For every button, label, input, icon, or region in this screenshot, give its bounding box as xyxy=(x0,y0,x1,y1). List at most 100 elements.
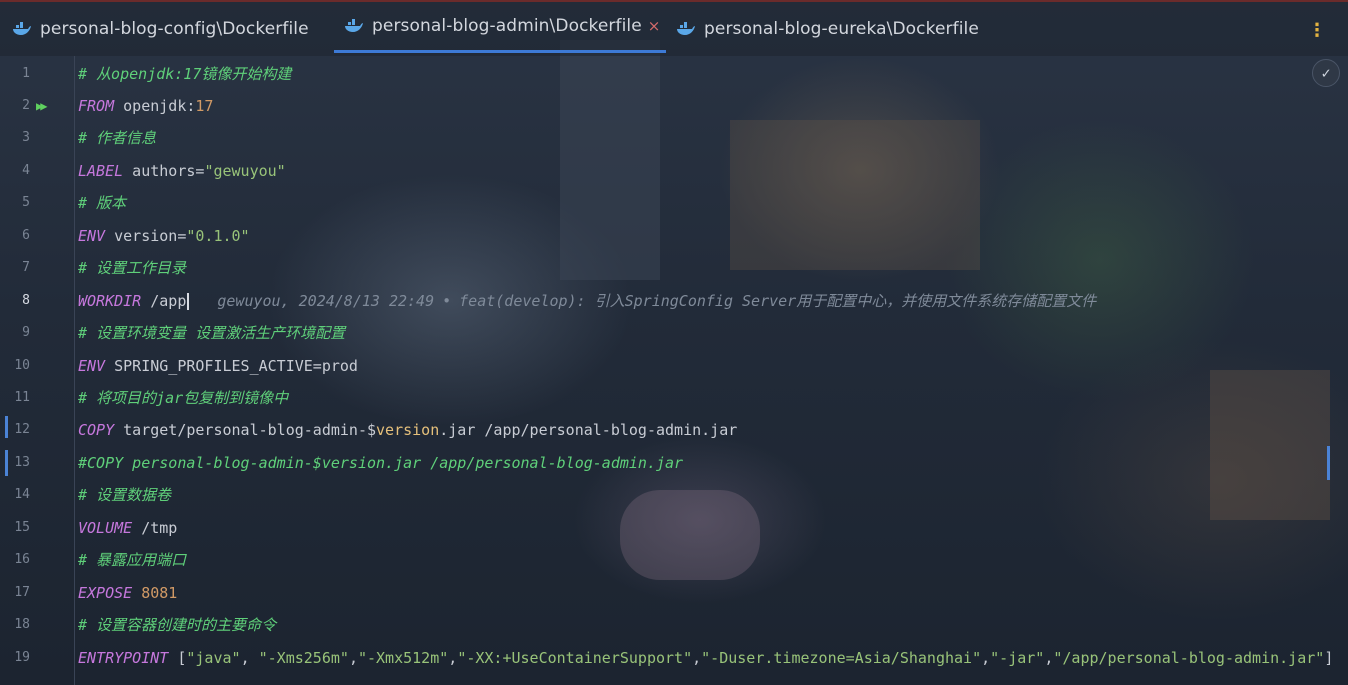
code-token: , xyxy=(981,648,991,667)
tab-label: personal-blog-admin\Dockerfile xyxy=(372,16,642,36)
code-token: "gewuyou" xyxy=(204,161,286,180)
line-number: 18 xyxy=(14,617,30,633)
line-number: 8 xyxy=(22,292,30,308)
code-token: "0.1.0" xyxy=(186,226,250,245)
code-token: COPY xyxy=(78,421,115,440)
code-token: target/personal-blog-admin-$ xyxy=(114,421,377,440)
blame-date: 2024/8/13 22:49 xyxy=(289,291,435,310)
line-number: 10 xyxy=(14,357,30,373)
code-token: # 从openjdk:17镜像开始构建 xyxy=(78,64,292,83)
code-token: LABEL xyxy=(78,161,124,180)
line-number: 6 xyxy=(22,227,30,243)
code-token: # 设置数据卷 xyxy=(78,486,172,505)
code-token: ENV xyxy=(78,356,106,375)
code-token: authors= xyxy=(123,161,205,180)
code-token: , xyxy=(348,648,358,667)
code-line[interactable]: # 将项目的jar包复制到镜像中 xyxy=(78,387,288,409)
line-number: 12 xyxy=(14,422,30,438)
scrollbar-marker[interactable] xyxy=(1327,446,1330,480)
line-number: 11 xyxy=(14,390,30,405)
tab-label: personal-blog-eureka\Dockerfile xyxy=(704,19,979,39)
more-options-icon[interactable]: ⋮ xyxy=(1308,20,1326,41)
close-icon[interactable]: × xyxy=(648,17,661,35)
code-token: # 暴露应用端口 xyxy=(78,551,187,570)
code-token: "java" xyxy=(186,648,241,667)
code-token: "-Xmx512m" xyxy=(357,648,449,667)
tab-label: personal-blog-config\Dockerfile xyxy=(40,19,309,39)
code-line[interactable]: FROM openjdk:17 xyxy=(78,95,213,117)
code-line[interactable]: # 从openjdk:17镜像开始构建 xyxy=(78,63,291,85)
line-number: 13 xyxy=(14,454,30,470)
tab-admin-dockerfile[interactable]: personal-blog-admin\Dockerfile × xyxy=(334,2,666,53)
code-line[interactable]: # 作者信息 xyxy=(78,127,156,149)
code-token: FROM xyxy=(78,96,115,115)
blame-author: gewuyou, xyxy=(217,291,290,310)
line-number: 2 xyxy=(22,97,30,113)
inspection-ok-icon[interactable]: ✓ xyxy=(1312,59,1340,87)
code-token: WORKDIR xyxy=(78,291,142,310)
code-line[interactable]: ENTRYPOINT ["java", "-Xms256m","-Xmx512m… xyxy=(78,647,1333,669)
code-token: /tmp xyxy=(132,518,178,537)
code-token: EXPOSE xyxy=(78,583,133,602)
line-number: 3 xyxy=(22,130,30,146)
code-line[interactable]: # 版本 xyxy=(78,192,126,214)
code-line[interactable]: # 设置容器创建时的主要命令 xyxy=(78,614,276,636)
line-number-gutter[interactable]: 1 2 ▶▶ 3 4 5 6 7 8 9 10 11 12 13 14 15 16 17 18 19 xyxy=(0,56,75,685)
editor-tab-bar: personal-blog-config\Dockerfile personal… xyxy=(0,0,1348,56)
code-line[interactable]: WORKDIR /app gewuyou, 2024/8/13 22:49 • fea… xyxy=(78,290,1096,312)
docker-whale-icon xyxy=(345,19,363,32)
code-token: SPRING_PROFILES_ACTIVE=prod xyxy=(105,356,358,375)
tab-config-dockerfile[interactable]: personal-blog-config\Dockerfile xyxy=(12,2,309,56)
line-number: 5 xyxy=(22,195,30,211)
line-number: 15 xyxy=(14,519,30,535)
code-token: # 作者信息 xyxy=(78,129,157,148)
code-line[interactable]: COPY target/personal-blog-admin-$version… xyxy=(78,419,737,441)
line-number: 4 xyxy=(22,162,30,178)
code-token: # 版本 xyxy=(78,194,127,213)
docker-whale-icon xyxy=(13,22,31,35)
code-line[interactable]: ENV version="0.1.0" xyxy=(78,225,250,247)
code-token: "-Xms256m" xyxy=(258,648,349,667)
code-token: # 设置工作目录 xyxy=(78,259,187,278)
code-token: VOLUME xyxy=(78,518,133,537)
tab-eureka-dockerfile[interactable]: personal-blog-eureka\Dockerfile xyxy=(676,2,979,56)
code-line[interactable]: LABEL authors="gewuyou" xyxy=(78,160,286,182)
code-line[interactable]: ENV SPRING_PROFILES_ACTIVE=prod xyxy=(78,355,358,377)
docker-whale-icon xyxy=(677,22,695,35)
code-token: ] xyxy=(1324,648,1334,667)
code-line[interactable]: EXPOSE 8081 xyxy=(78,582,177,604)
code-token: # 设置环境变量 设置激活生产环境配置 xyxy=(78,324,346,343)
code-line[interactable]: #COPY personal-blog-admin-$version.jar /… xyxy=(78,452,683,474)
code-token: 17 xyxy=(195,96,214,115)
code-line[interactable]: # 设置工作目录 xyxy=(78,257,186,279)
code-token: ENTRYPOINT xyxy=(78,648,169,667)
line-number: 14 xyxy=(14,487,30,503)
code-line[interactable]: # 暴露应用端口 xyxy=(78,549,186,571)
code-line[interactable]: # 设置环境变量 设置激活生产环境配置 xyxy=(78,322,345,344)
code-token: # 设置容器创建时的主要命令 xyxy=(78,616,277,635)
code-token: /app xyxy=(141,291,187,310)
code-token: .jar /app/personal-blog-admin.jar xyxy=(439,421,738,440)
line-number: 16 xyxy=(14,552,30,568)
run-gutter-icon[interactable]: ▶▶ xyxy=(36,98,52,114)
code-line[interactable]: VOLUME /tmp xyxy=(78,517,177,539)
code-token: "-Duser.timezone=Asia/Shanghai" xyxy=(701,648,982,667)
code-token: #COPY personal-blog-admin-$version.jar /… xyxy=(78,453,684,472)
code-token: [ xyxy=(168,648,187,667)
code-line[interactable]: # 设置数据卷 xyxy=(78,484,171,506)
line-number: 9 xyxy=(22,325,30,341)
blame-separator: • xyxy=(442,291,452,310)
code-token: "-jar" xyxy=(990,648,1045,667)
line-number: 7 xyxy=(22,260,30,276)
code-token: # 将项目的jar包复制到镜像中 xyxy=(78,389,289,407)
line-number: 1 xyxy=(22,65,30,81)
code-token: , xyxy=(692,648,702,667)
text-caret xyxy=(187,292,190,310)
blame-message: feat(develop): 引入SpringConfig Server用于配置… xyxy=(459,291,1097,310)
code-token: "-XX:+UseContainerSupport" xyxy=(457,648,693,667)
code-token: ENV xyxy=(78,226,106,245)
git-blame-annotation[interactable]: gewuyou, 2024/8/13 22:49 • feat(develop): … xyxy=(217,292,1096,310)
code-token: openjdk: xyxy=(114,96,196,115)
code-token: "/app/personal-blog-admin.jar" xyxy=(1053,648,1325,667)
code-token: version= xyxy=(105,226,187,245)
